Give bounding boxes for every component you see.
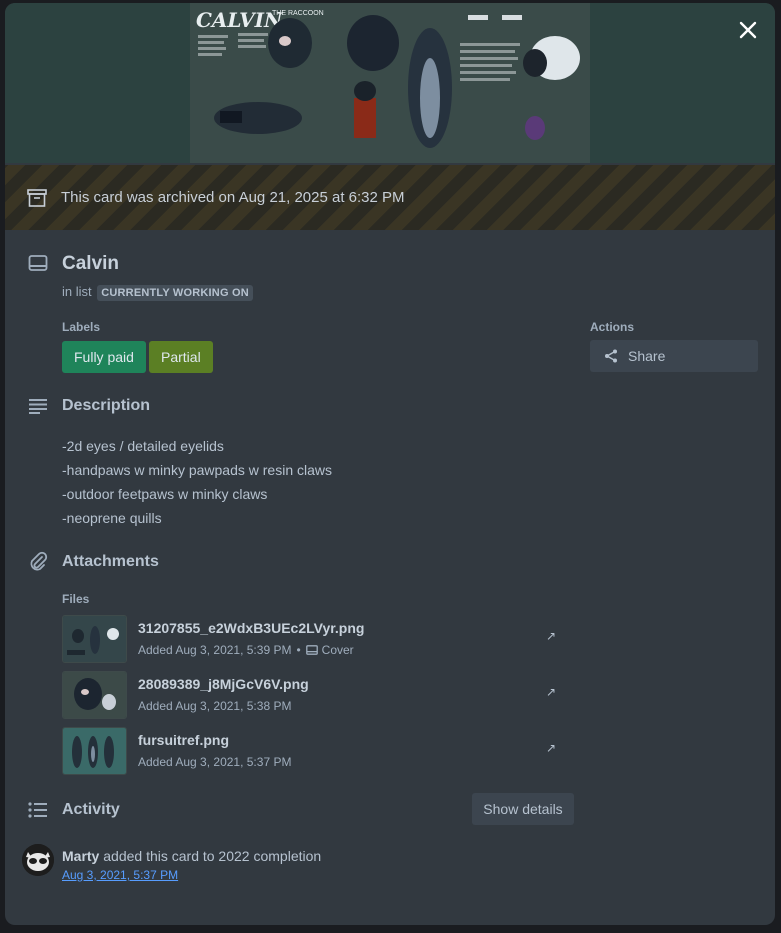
attachment-thumbnail[interactable] — [62, 671, 127, 719]
files-heading: Files — [62, 592, 90, 606]
cover-icon — [305, 645, 318, 655]
paperclip-icon — [27, 550, 49, 572]
attachment-cover-label[interactable]: Cover — [322, 643, 354, 657]
in-list-prefix: in list — [62, 284, 92, 299]
activity-heading: Activity — [62, 801, 120, 818]
card-cover-image[interactable]: CALVIN THE RACCOON — [5, 3, 775, 163]
activity-entry: Marty added this card to 2022 completion — [62, 848, 321, 864]
attachment-name[interactable]: 31207855_e2WdxB3UEc2LVyr.png — [138, 620, 364, 636]
activity-action: added this card to 2022 completion — [103, 848, 322, 864]
attachment-meta: Added Aug 3, 2021, 5:39 PM • Cover — [138, 643, 354, 657]
activity-timestamp-link[interactable]: Aug 3, 2021, 5:37 PM — [62, 868, 178, 882]
label-fully-paid[interactable]: Fully paid — [62, 341, 146, 373]
description-line: -neoprene quills — [62, 510, 162, 526]
open-attachment-icon[interactable]: ↗ — [546, 741, 556, 755]
attachment-added: Added Aug 3, 2021, 5:39 PM — [138, 643, 292, 657]
attachment-row[interactable]: 28089389_j8MjGcV6V.png Added Aug 3, 2021… — [62, 671, 562, 721]
label-partial[interactable]: Partial — [149, 341, 213, 373]
attachment-row[interactable]: 31207855_e2WdxB3UEc2LVyr.png Added Aug 3… — [62, 615, 562, 665]
archived-message: This card was archived on Aug 21, 2025 a… — [61, 189, 405, 206]
meta-separator: • — [296, 643, 301, 657]
description-icon — [27, 395, 49, 417]
attachment-name[interactable]: 28089389_j8MjGcV6V.png — [138, 676, 309, 692]
avatar[interactable] — [22, 844, 54, 876]
archived-banner: This card was archived on Aug 21, 2025 a… — [5, 165, 775, 230]
description-line: -outdoor feetpaws w minky claws — [62, 486, 268, 502]
card-title[interactable]: Calvin — [62, 253, 119, 275]
card-list-info: in list CURRENTLY WORKING ON — [62, 284, 253, 301]
share-icon — [604, 349, 618, 363]
labels-heading: Labels — [62, 320, 101, 334]
attachment-thumbnail[interactable] — [62, 727, 127, 775]
attachment-row[interactable]: fursuitref.png Added Aug 3, 2021, 5:37 P… — [62, 727, 562, 777]
activity-icon — [27, 799, 49, 821]
cover-art-title: CALVIN — [196, 8, 283, 32]
archive-box-icon — [27, 188, 47, 207]
close-button[interactable] — [733, 15, 763, 45]
show-details-button[interactable]: Show details — [472, 793, 574, 825]
attachment-meta: Added Aug 3, 2021, 5:38 PM — [138, 699, 291, 713]
actions-heading: Actions — [590, 320, 635, 334]
attachment-meta: Added Aug 3, 2021, 5:37 PM — [138, 755, 291, 769]
share-button[interactable]: Share — [590, 340, 758, 372]
description-heading: Description — [62, 397, 151, 414]
reference-sheet-illustration: CALVIN THE RACCOON — [190, 3, 590, 163]
attachment-added: Added Aug 3, 2021, 5:38 PM — [138, 699, 292, 713]
cover-artwork: CALVIN THE RACCOON — [190, 3, 590, 163]
attachments-heading: Attachments — [62, 553, 159, 570]
card-title-icon — [27, 252, 49, 274]
attachment-thumbnail[interactable] — [62, 615, 127, 663]
card-detail-modal: CALVIN THE RACCOON This card was archive… — [5, 3, 775, 925]
open-attachment-icon[interactable]: ↗ — [546, 685, 556, 699]
description-line: -handpaws w minky pawpads w resin claws — [62, 462, 332, 478]
open-attachment-icon[interactable]: ↗ — [546, 629, 556, 643]
activity-user[interactable]: Marty — [62, 848, 99, 864]
attachment-name[interactable]: fursuitref.png — [138, 732, 229, 748]
cover-art-subtitle: THE RACCOON — [272, 10, 324, 17]
description-line: -2d eyes / detailed eyelids — [62, 438, 224, 454]
list-name-badge[interactable]: CURRENTLY WORKING ON — [97, 285, 253, 301]
attachment-added: Added Aug 3, 2021, 5:37 PM — [138, 755, 292, 769]
share-label: Share — [628, 348, 666, 364]
close-icon — [739, 21, 757, 39]
